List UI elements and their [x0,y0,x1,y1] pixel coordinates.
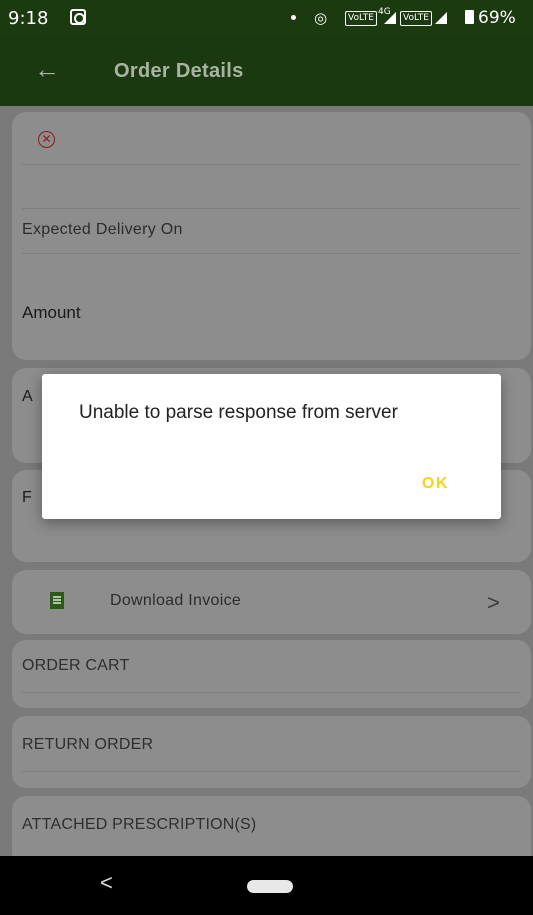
partial-label-2: F [22,489,32,506]
back-arrow-icon[interactable]: ← [34,54,60,84]
status-bar: 9:18 ◎ VoLTE 4G VoLTE 69% [0,0,533,36]
status-time: 9:18 [8,8,49,29]
battery-percent: 69% [478,8,516,28]
divider [22,253,520,254]
volte-badge-1: VoLTE [345,11,377,26]
dialog-message: Unable to parse response from server [79,402,398,423]
download-invoice-row[interactable] [12,570,531,634]
download-invoice-label: Download Invoice [110,592,242,609]
signal-icon-2 [435,12,447,24]
expected-delivery-label: Expected Delivery On [22,221,183,238]
nav-back-icon[interactable]: < [100,870,113,896]
return-order-label: RETURN ORDER [22,736,154,753]
screen-record-icon [70,9,86,25]
ok-button[interactable]: OK [422,475,449,493]
system-nav-bar: < [0,856,533,915]
amount-label: Amount [22,303,81,322]
divider [22,692,520,693]
battery-icon [465,10,474,24]
invoice-document-icon [50,592,64,609]
divider [22,771,520,772]
partial-label-1: A [22,388,33,405]
notification-dot-icon [291,15,296,20]
nav-home-pill[interactable] [247,880,293,893]
divider [22,208,520,209]
hotspot-icon: ◎ [314,9,328,27]
page-title: Order Details [114,60,244,82]
app-bar: ← Order Details [0,36,533,106]
volte-badge-2: VoLTE [400,11,432,26]
attached-prescriptions-label: ATTACHED PRESCRIPTION(S) [22,816,257,833]
error-dialog: Unable to parse response from server OK [42,374,501,519]
order-cart-label: ORDER CART [22,657,130,674]
chevron-right-icon: > [487,590,500,615]
signal-icon-1 [384,12,396,24]
close-circle-icon[interactable]: ✕ [38,131,55,148]
divider [22,164,520,165]
